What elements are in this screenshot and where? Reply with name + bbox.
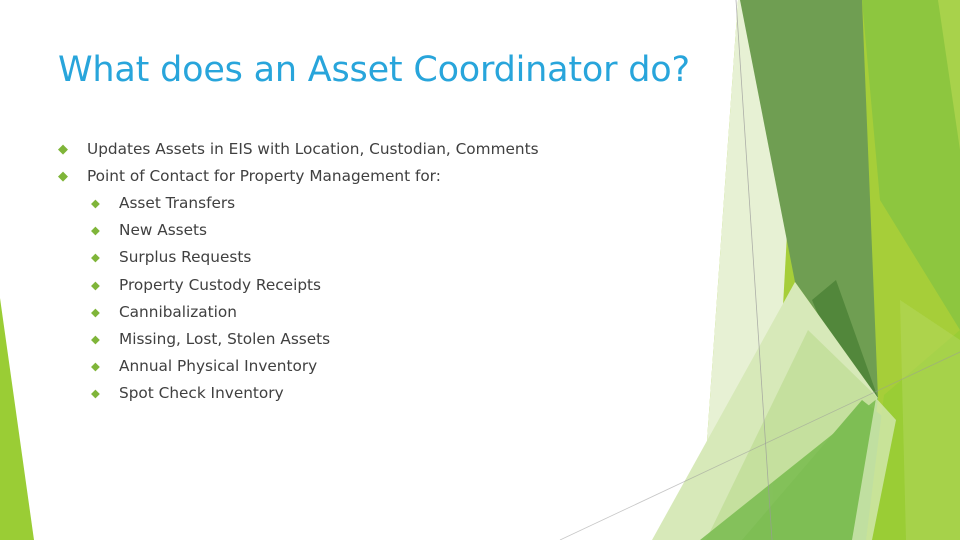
medium-green-lower-left xyxy=(700,398,878,540)
diamond-bullet-icon: ◆ xyxy=(58,142,68,157)
diamond-bullet-icon: ◆ xyxy=(91,359,100,374)
bullet-text: Property Custody Receipts xyxy=(119,275,322,294)
bullet-text: Updates Assets in EIS with Location, Cus… xyxy=(87,140,539,158)
bullet-item: ◆ Point of Contact for Property Manageme… xyxy=(58,165,678,192)
bullet-text: Point of Contact for Property Management… xyxy=(87,167,441,185)
lime-column-top-right xyxy=(862,0,960,330)
bullet-text: Annual Physical Inventory xyxy=(119,357,318,376)
pale-sliver-from-crease xyxy=(852,398,896,540)
bullet-text: Missing, Lost, Stolen Assets xyxy=(119,329,331,348)
lime-wedge-lower-right xyxy=(866,330,960,540)
hairline-steep xyxy=(735,0,773,540)
diamond-bullet-icon: ◆ xyxy=(91,250,100,265)
sub-bullet-item: ◆ Spot Check Inventory xyxy=(58,382,678,409)
diamond-bullet-icon: ◆ xyxy=(91,277,100,292)
sub-bullet-item: ◆ Surplus Requests xyxy=(58,246,678,273)
light-overlay-lower-right xyxy=(900,300,960,540)
sub-bullet-item: ◆ Missing, Lost, Stolen Assets xyxy=(58,328,678,355)
dark-green-crease xyxy=(812,280,878,420)
slide-title: What does an Asset Coordinator do? xyxy=(58,50,690,90)
sub-bullet-item: ◆ Asset Transfers xyxy=(58,192,678,219)
right-edge-sliver xyxy=(938,0,960,150)
bullet-text: New Assets xyxy=(119,221,208,240)
diamond-bullet-icon: ◆ xyxy=(91,223,100,238)
sub-bullet-item: ◆ Property Custody Receipts xyxy=(58,274,678,301)
diamond-bullet-icon: ◆ xyxy=(91,304,100,319)
sub-bullet-item: ◆ Cannibalization xyxy=(58,301,678,328)
diamond-bullet-icon: ◆ xyxy=(91,386,100,401)
right-base-field xyxy=(700,0,960,540)
slide-canvas: What does an Asset Coordinator do? ◆ Upd… xyxy=(0,0,960,540)
bullet-text: Spot Check Inventory xyxy=(119,384,284,403)
bullet-text: Cannibalization xyxy=(119,302,237,321)
bullet-text: Asset Transfers xyxy=(119,194,236,212)
bullet-item: ◆ Updates Assets in EIS with Location, C… xyxy=(58,138,678,165)
sub-bullet-item: ◆ New Assets xyxy=(58,219,678,246)
dark-olive-band xyxy=(740,0,878,398)
diamond-bullet-icon: ◆ xyxy=(91,196,100,210)
soft-green-mid-triangle xyxy=(706,330,878,540)
mid-green-lower-band xyxy=(742,400,900,540)
sub-bullet-item: ◆ Annual Physical Inventory xyxy=(58,355,678,382)
diamond-bullet-icon: ◆ xyxy=(58,169,68,184)
diamond-bullet-icon: ◆ xyxy=(91,331,100,346)
left-green-wedge xyxy=(0,298,34,540)
slide-body-content: ◆ Updates Assets in EIS with Location, C… xyxy=(58,138,678,410)
pale-lower-triangle xyxy=(652,282,878,540)
bullet-text: Surplus Requests xyxy=(119,248,252,267)
